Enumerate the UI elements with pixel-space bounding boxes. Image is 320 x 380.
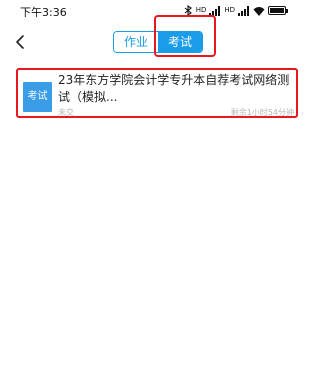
- status-time: 下午3:36: [20, 6, 67, 19]
- tab-homework[interactable]: 作业: [114, 32, 158, 52]
- signal-icon: [238, 5, 249, 16]
- exam-type-badge: 考试: [23, 82, 52, 112]
- exam-status: 未交: [58, 108, 74, 117]
- exam-list-item[interactable]: 考试 23年东方学院会计学专升本自荐考试网络测试（模拟... 未交 剩余1小时5…: [16, 68, 298, 118]
- exam-title: 23年东方学院会计学专升本自荐考试网络测试（模拟...: [58, 73, 290, 104]
- signal-label: HD: [224, 6, 235, 14]
- tab-highlight-box: [154, 15, 216, 57]
- battery-icon: [268, 6, 288, 15]
- chevron-left-icon[interactable]: [12, 33, 30, 51]
- exam-remaining-time: 剩余1小时54分钟: [230, 108, 294, 117]
- wifi-icon: [253, 6, 265, 16]
- status-bar: 下午3:36 HD HD: [0, 0, 300, 22]
- signal-icon: [209, 5, 221, 16]
